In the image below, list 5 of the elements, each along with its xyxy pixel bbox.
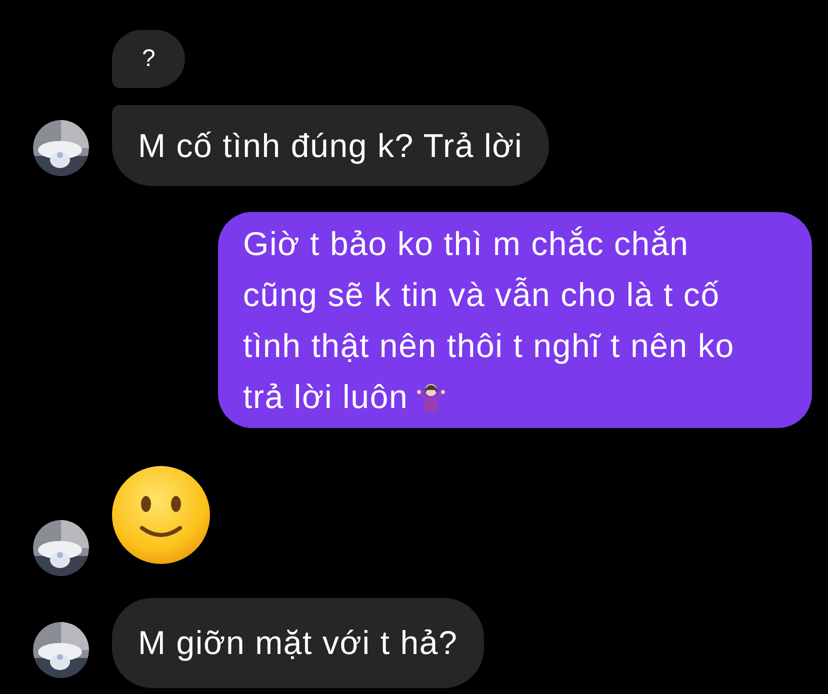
message-bubble: ?: [112, 30, 186, 88]
message-bubble: M giỡn mặt với t hả?: [112, 598, 484, 688]
message-bubble: Giờ t bảo ko thì m chắc chắn cũng sẽ k tin và vẫn cho là t cố tình thật nên thôi t nghĩ t nên ko trả lời luôn: [218, 212, 812, 428]
smiley-icon: [112, 466, 210, 564]
message-bubble: M cố tình đúng k? Trả lời: [112, 105, 549, 186]
